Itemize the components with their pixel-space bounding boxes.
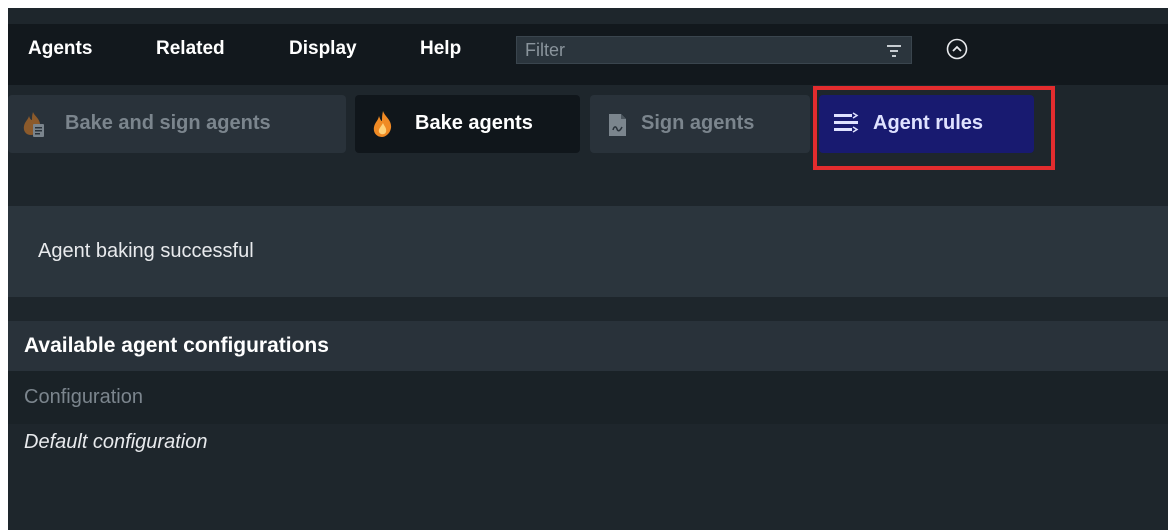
tab-bake-and-sign-agents[interactable]: Bake and sign agents: [8, 95, 346, 153]
column-header-configuration: Configuration: [24, 386, 143, 408]
tab-bake-agents[interactable]: Bake agents: [355, 95, 580, 153]
tab-label: Bake agents: [415, 112, 533, 134]
configurations-header: Available agent configurations: [8, 321, 1168, 371]
filter-field[interactable]: [516, 36, 912, 64]
tab-label: Sign agents: [641, 112, 755, 134]
menu-display[interactable]: Display: [289, 36, 357, 62]
filter-icon[interactable]: [887, 45, 901, 57]
document-icon: [609, 114, 626, 136]
menu-related[interactable]: Related: [156, 36, 225, 62]
rules-list-icon: [834, 112, 859, 133]
message-text: Agent baking successful: [38, 240, 254, 262]
table-header: Configuration: [8, 371, 1168, 424]
flame-icon: [373, 111, 392, 137]
table-row: Default configuration: [8, 424, 1168, 530]
tab-agent-rules[interactable]: Agent rules: [819, 95, 1034, 153]
agent-action-tabs: Bake and sign agents Bake agents Sign ag…: [8, 85, 1168, 180]
filter-input[interactable]: [525, 37, 875, 63]
configuration-name[interactable]: Default configuration: [24, 430, 207, 454]
section-title: Available agent configurations: [24, 334, 329, 357]
chevron-up-circle-icon[interactable]: [946, 38, 968, 60]
flame-document-icon: [23, 112, 44, 137]
agent-bakery-page: Agents Related Display Help Filter Bake …: [8, 8, 1168, 530]
menu-agents[interactable]: Agents: [28, 36, 92, 62]
tab-sign-agents[interactable]: Sign agents: [590, 95, 810, 153]
menu-bar: Agents Related Display Help: [8, 24, 1168, 85]
tab-label: Bake and sign agents: [65, 112, 271, 134]
tab-label: Agent rules: [873, 112, 984, 134]
menu-help[interactable]: Help: [420, 36, 461, 62]
success-message: Agent baking successful: [8, 206, 1168, 297]
